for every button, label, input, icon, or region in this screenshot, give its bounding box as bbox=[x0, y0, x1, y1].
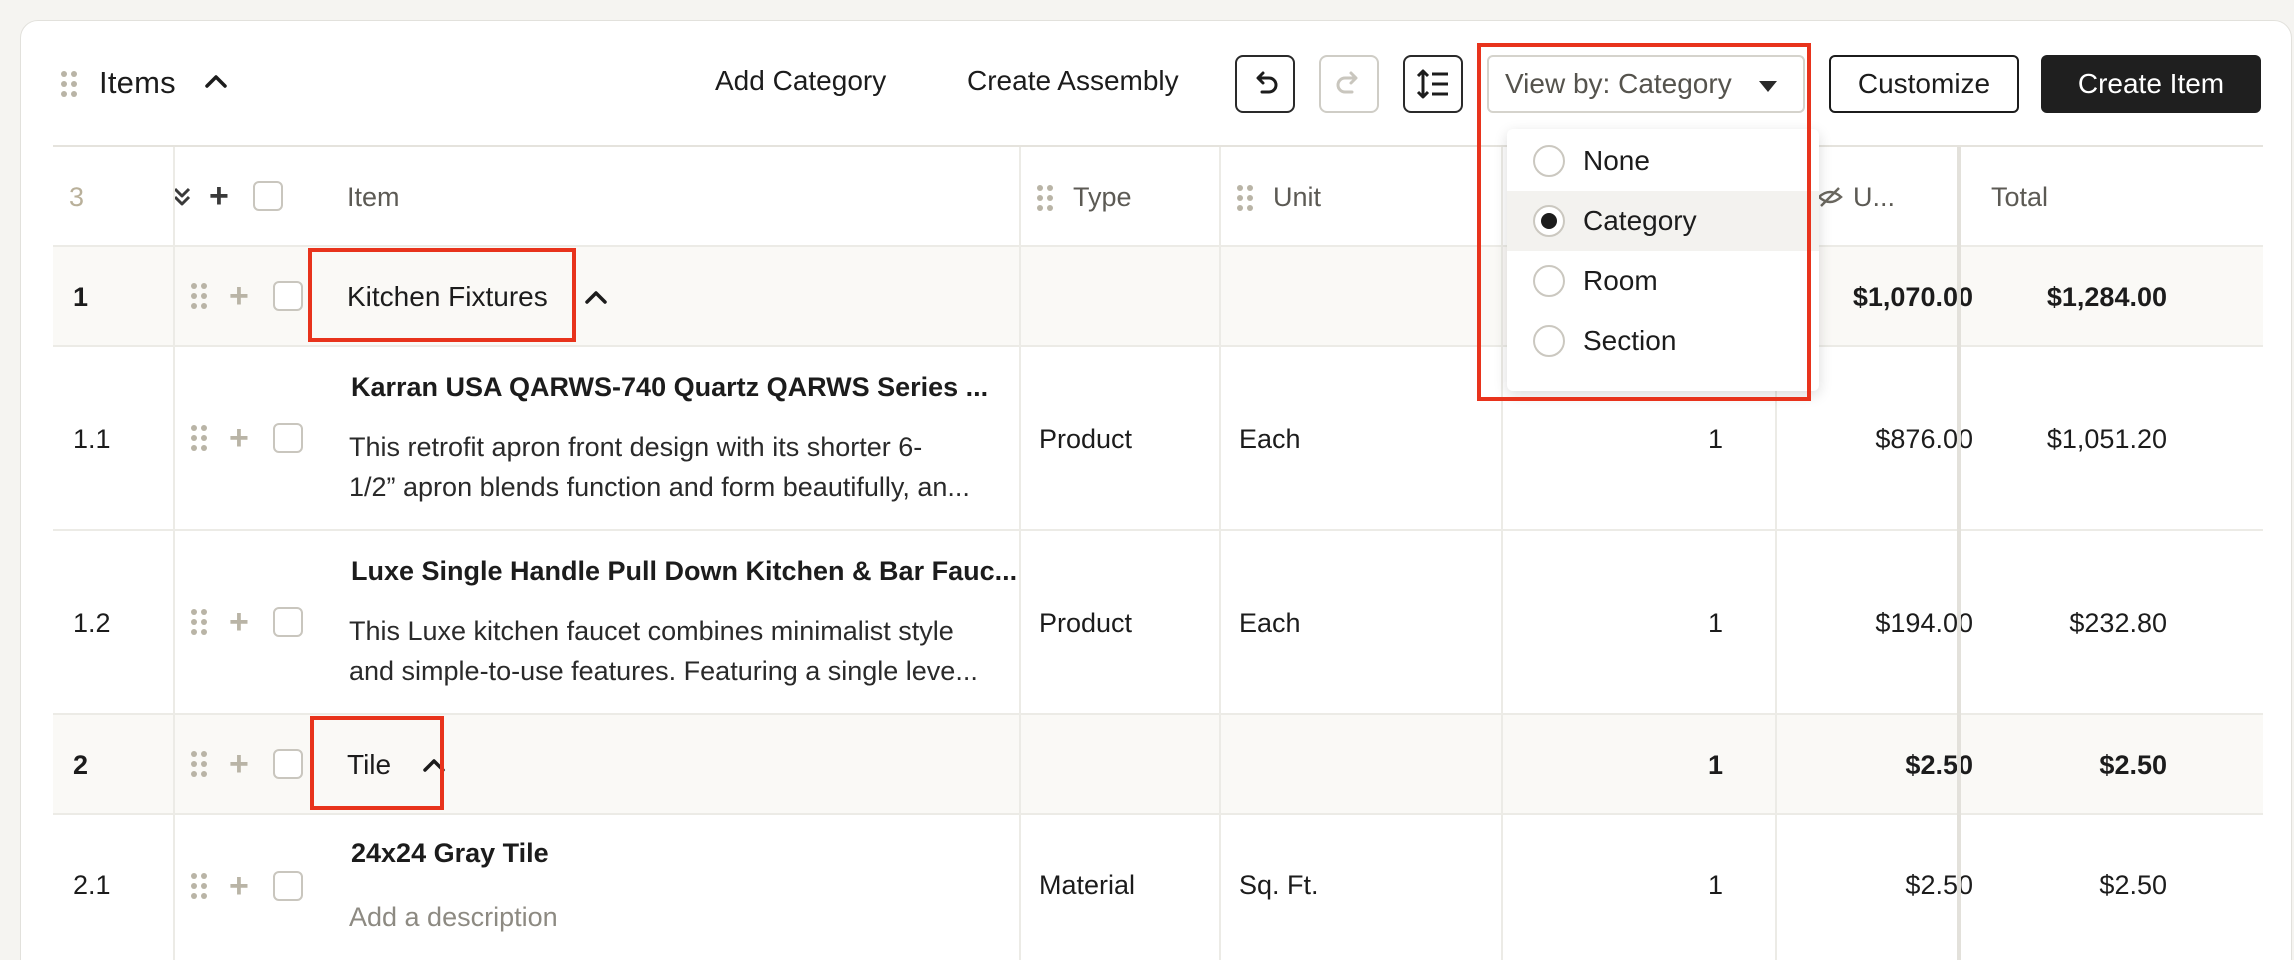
row-drag-icon[interactable] bbox=[191, 609, 207, 637]
add-row-icon[interactable]: + bbox=[229, 605, 249, 639]
column-divider bbox=[1019, 147, 1021, 960]
create-assembly-button[interactable]: Create Assembly bbox=[967, 65, 1179, 97]
add-row-icon[interactable]: + bbox=[229, 747, 249, 781]
row-drag-icon[interactable] bbox=[191, 425, 207, 453]
column-drag-icon[interactable] bbox=[1037, 185, 1053, 213]
add-row-icon[interactable]: + bbox=[229, 869, 249, 903]
row-drag-icon[interactable] bbox=[191, 751, 207, 779]
description-line: and simple-to-use features. Featuring a … bbox=[349, 656, 978, 686]
table-header-row: 3 + Item Type Unit U... Total bbox=[53, 147, 2263, 247]
item-count: 3 bbox=[69, 181, 85, 212]
drag-handle-icon[interactable] bbox=[61, 71, 77, 99]
item-quantity[interactable]: 1 bbox=[1613, 531, 1723, 715]
highlight-kitchen-fixtures bbox=[308, 248, 576, 342]
column-header-item[interactable]: Item bbox=[347, 147, 400, 247]
row-checkbox[interactable] bbox=[273, 749, 303, 779]
column-header-unit-cost[interactable]: U... bbox=[1853, 147, 1895, 247]
item-name[interactable]: Luxe Single Handle Pull Down Kitchen & B… bbox=[351, 551, 1017, 591]
line-spacing-icon bbox=[1416, 69, 1448, 99]
items-toolbar: Items Add Category Create Assembly View … bbox=[21, 21, 2291, 145]
item-name[interactable]: 24x24 Gray Tile bbox=[351, 833, 549, 873]
row-number: 1 bbox=[73, 281, 89, 312]
item-type[interactable]: Product bbox=[1039, 531, 1132, 715]
hidden-eye-icon[interactable] bbox=[1817, 185, 1843, 209]
item-type[interactable]: Material bbox=[1039, 815, 1135, 955]
total-value: $1,051.20 bbox=[2046, 423, 2167, 454]
total-value: $232.80 bbox=[2069, 607, 2167, 638]
total-value: $2.50 bbox=[2099, 749, 2167, 780]
item-unit[interactable]: Sq. Ft. bbox=[1239, 815, 1319, 955]
item-unit[interactable]: Each bbox=[1239, 347, 1301, 531]
customize-button[interactable]: Customize bbox=[1829, 55, 2019, 113]
item-quantity: 1 bbox=[1707, 749, 1723, 780]
table-row[interactable]: 1.1 + Karran USA QARWS-740 Quartz QARWS … bbox=[53, 347, 2263, 531]
unit-cost-value[interactable]: $2.50 bbox=[1793, 815, 1973, 955]
description-line: This retrofit apron front design with it… bbox=[349, 432, 923, 462]
unit-cost-value: $2.50 bbox=[1905, 749, 1973, 780]
items-panel: Items Add Category Create Assembly View … bbox=[20, 20, 2292, 960]
row-checkbox[interactable] bbox=[273, 871, 303, 901]
table-row[interactable]: 1.2 + Luxe Single Handle Pull Down Kitch… bbox=[53, 531, 2263, 715]
item-description[interactable]: This retrofit apron front design with it… bbox=[349, 427, 970, 507]
column-header-type[interactable]: Type bbox=[1073, 147, 1132, 247]
section-title: Items bbox=[99, 65, 176, 100]
unit-cost-value[interactable]: $194.00 bbox=[1793, 531, 1973, 715]
description-line: 1/2” apron blends function and form beau… bbox=[349, 472, 970, 502]
item-unit[interactable]: Each bbox=[1239, 531, 1301, 715]
table-row[interactable]: 2.1 + 24x24 Gray Tile Add a description … bbox=[53, 815, 2263, 960]
description-placeholder[interactable]: Add a description bbox=[349, 897, 558, 937]
row-height-button[interactable] bbox=[1403, 55, 1463, 113]
collapse-chevron-icon[interactable] bbox=[203, 71, 229, 91]
item-type[interactable]: Product bbox=[1039, 347, 1132, 531]
add-row-icon[interactable]: + bbox=[209, 179, 229, 213]
item-description[interactable]: This Luxe kitchen faucet combines minima… bbox=[349, 611, 978, 691]
collapse-chevron-icon[interactable] bbox=[583, 287, 609, 307]
row-number: 1.1 bbox=[73, 423, 111, 454]
row-checkbox[interactable] bbox=[273, 607, 303, 637]
row-drag-icon[interactable] bbox=[191, 283, 207, 311]
column-header-total[interactable]: Total bbox=[1991, 147, 2048, 247]
redo-button[interactable] bbox=[1319, 55, 1379, 113]
unit-cost-value[interactable]: $876.00 bbox=[1793, 347, 1973, 531]
total-value: $2.50 bbox=[2099, 869, 2167, 900]
add-row-icon[interactable]: + bbox=[229, 421, 249, 455]
select-all-checkbox[interactable] bbox=[253, 181, 283, 211]
row-number: 2.1 bbox=[73, 869, 111, 900]
column-header-unit[interactable]: Unit bbox=[1273, 147, 1321, 247]
create-item-button[interactable]: Create Item bbox=[2041, 55, 2261, 113]
row-drag-icon[interactable] bbox=[191, 873, 207, 901]
add-row-icon[interactable]: + bbox=[229, 279, 249, 313]
row-number: 1.2 bbox=[73, 607, 111, 638]
unit-cost-value: $1,070.00 bbox=[1852, 281, 1973, 312]
row-checkbox[interactable] bbox=[273, 281, 303, 311]
add-category-button[interactable]: Add Category bbox=[715, 65, 886, 97]
column-divider bbox=[1219, 147, 1221, 960]
row-number: 2 bbox=[73, 749, 89, 780]
highlight-view-by bbox=[1477, 43, 1811, 401]
column-divider bbox=[173, 147, 175, 960]
row-checkbox[interactable] bbox=[273, 423, 303, 453]
column-divider bbox=[1957, 147, 1961, 960]
description-line: This Luxe kitchen faucet combines minima… bbox=[349, 616, 954, 646]
highlight-tile bbox=[310, 716, 444, 810]
undo-icon bbox=[1256, 71, 1278, 94]
item-quantity[interactable]: 1 bbox=[1613, 815, 1723, 955]
total-value: $1,284.00 bbox=[2046, 281, 2167, 312]
redo-icon bbox=[1336, 71, 1358, 94]
undo-button[interactable] bbox=[1235, 55, 1295, 113]
item-name[interactable]: Karran USA QARWS-740 Quartz QARWS Series… bbox=[351, 367, 988, 407]
column-drag-icon[interactable] bbox=[1237, 185, 1253, 213]
